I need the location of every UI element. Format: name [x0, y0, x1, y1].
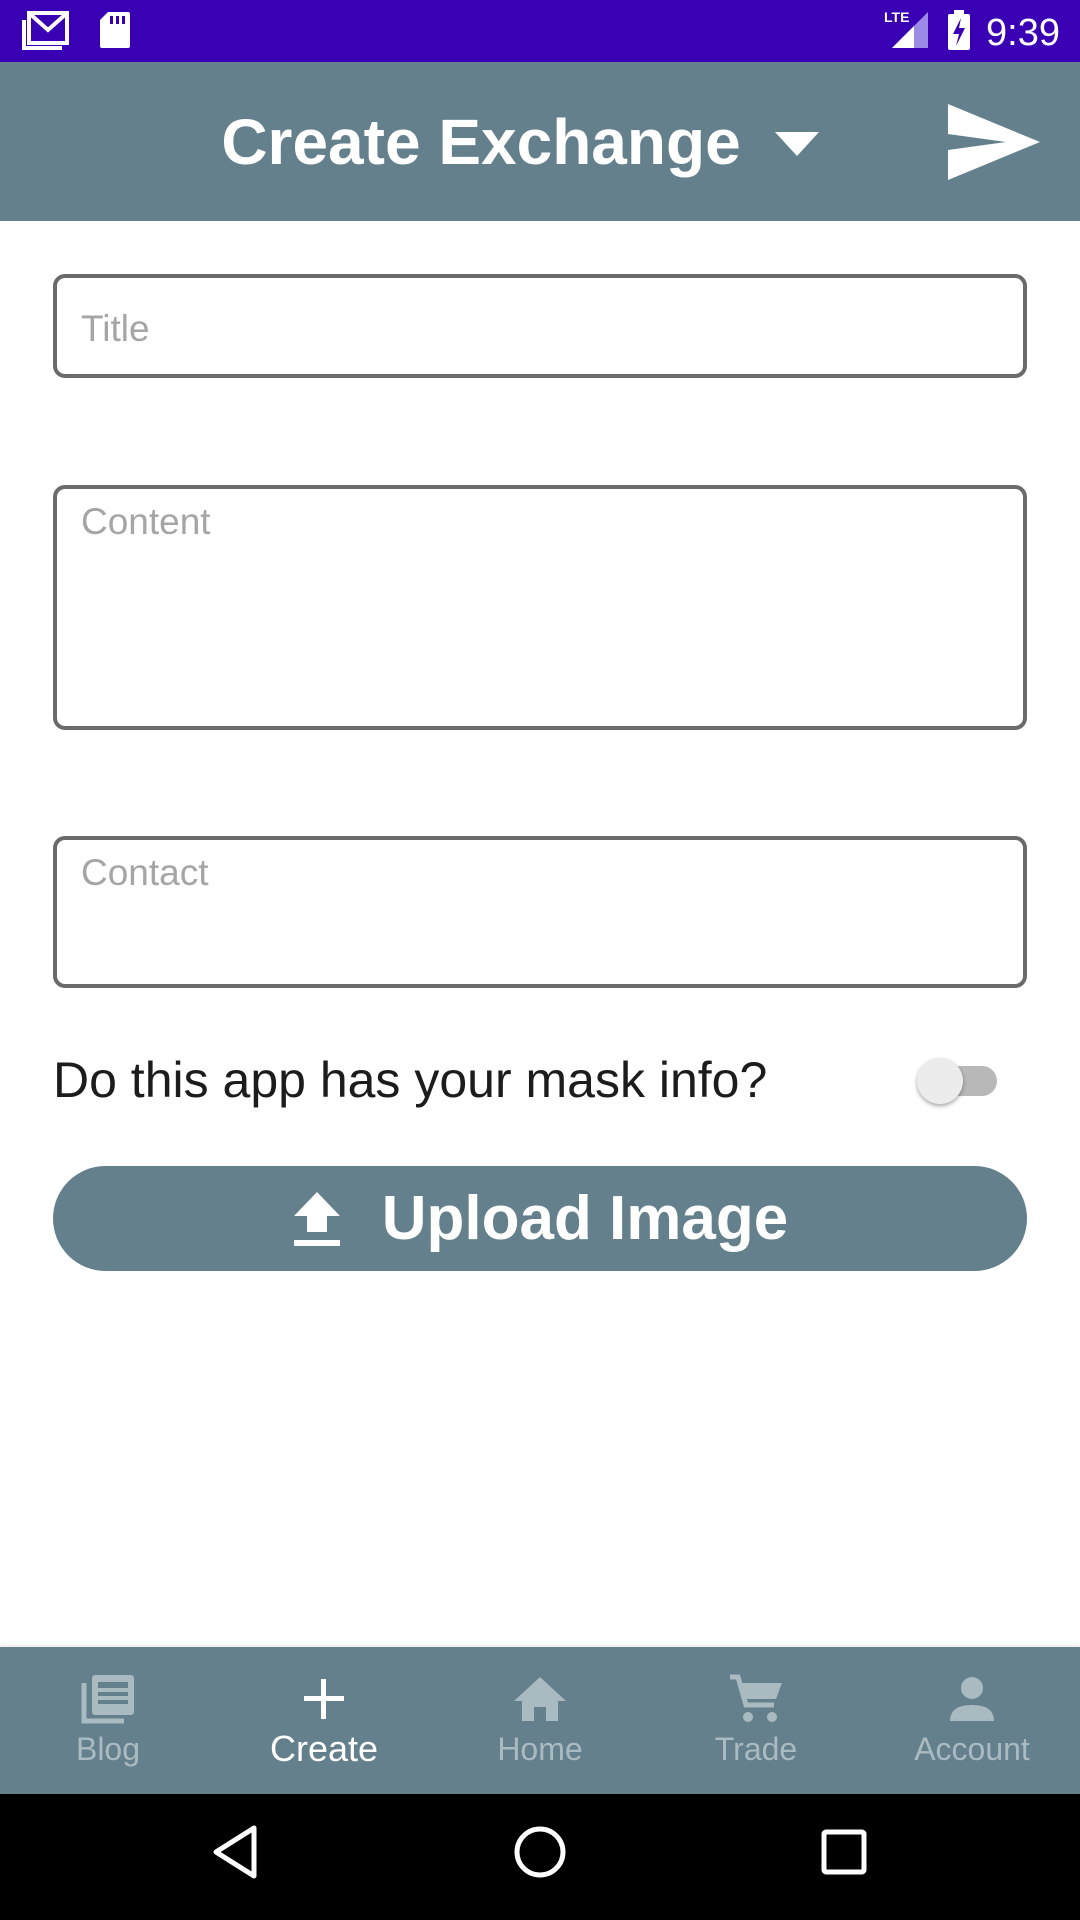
recents-button[interactable]: [820, 1828, 868, 1881]
nav-label-trade: Trade: [714, 1731, 798, 1767]
nav-label-blog: Blog: [75, 1731, 141, 1767]
account-icon: [948, 1671, 996, 1727]
svg-text:LTE: LTE: [884, 9, 909, 25]
toggle-thumb: [917, 1058, 963, 1104]
status-time: 9:39: [986, 11, 1060, 54]
contact-placeholder: Contact: [81, 852, 209, 893]
upload-icon: [293, 1191, 340, 1246]
send-button[interactable]: [946, 102, 1042, 182]
mask-info-toggle[interactable]: [917, 1058, 999, 1104]
status-right-icons: LTE 9:39: [884, 8, 1060, 57]
battery-charging-icon: [946, 8, 972, 57]
content-input[interactable]: Content: [53, 485, 1027, 730]
lte-signal-icon: LTE: [884, 8, 932, 57]
upload-image-label: Upload Image: [381, 1183, 789, 1253]
recents-icon: [821, 1829, 867, 1875]
home-circle-icon: [514, 1826, 566, 1878]
status-left-icons: [22, 10, 132, 55]
nav-label-home: Home: [497, 1731, 583, 1767]
upload-image-button[interactable]: Upload Image: [53, 1166, 1027, 1271]
page-title: Create Exchange: [221, 105, 741, 178]
back-button[interactable]: [212, 1824, 260, 1885]
gmail-icon: [22, 10, 70, 55]
title-placeholder: Title: [81, 308, 150, 349]
mask-info-row: Do this app has your mask info?: [53, 1040, 1027, 1120]
bottom-nav: Blog Create Home Trade Account: [0, 1647, 1080, 1794]
nav-item-account[interactable]: Account: [864, 1647, 1080, 1794]
nav-label-account: Account: [914, 1731, 1030, 1767]
cart-icon: [728, 1671, 784, 1727]
nav-label-create: Create: [269, 1728, 379, 1769]
sd-card-icon: [98, 10, 132, 55]
caret-down-icon[interactable]: [774, 131, 819, 156]
mask-info-label: Do this app has your mask info?: [53, 1052, 768, 1108]
contact-input[interactable]: Contact: [53, 836, 1027, 988]
system-home-button[interactable]: [512, 1824, 568, 1885]
back-icon: [213, 1825, 257, 1879]
send-icon: [948, 104, 1040, 180]
content-placeholder: Content: [81, 501, 211, 542]
nav-item-trade[interactable]: Trade: [648, 1647, 864, 1794]
nav-item-blog[interactable]: Blog: [0, 1647, 216, 1794]
title-input[interactable]: Title: [53, 274, 1027, 378]
nav-item-create[interactable]: Create: [216, 1647, 432, 1794]
nav-item-home[interactable]: Home: [432, 1647, 648, 1794]
status-bar: LTE 9:39: [0, 0, 1080, 62]
home-icon: [512, 1671, 568, 1727]
system-nav-bar: [0, 1794, 1080, 1920]
blog-icon: [80, 1671, 136, 1727]
app-bar: Create Exchange: [0, 62, 1080, 221]
plus-icon: [302, 1671, 346, 1727]
title-dropdown[interactable]: Create Exchange: [0, 62, 1080, 221]
